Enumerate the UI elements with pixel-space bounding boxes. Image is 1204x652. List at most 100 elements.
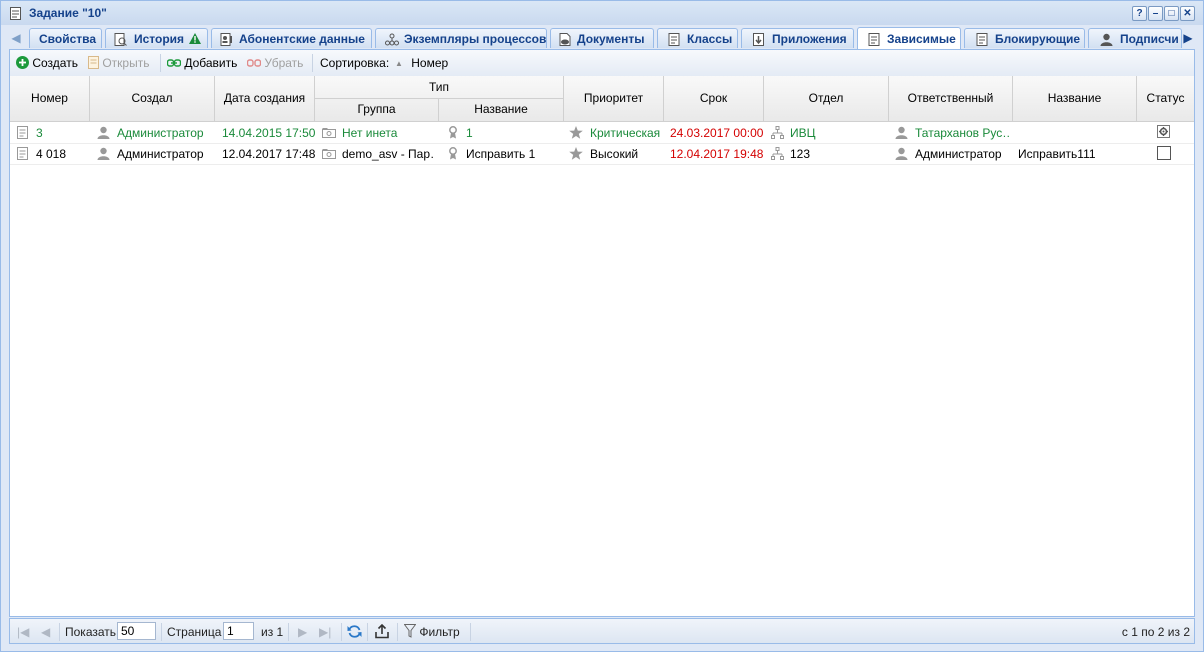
column-header-group[interactable]: Группа (315, 99, 439, 121)
column-header-department[interactable]: Отдел (764, 76, 889, 121)
cell-created: 12.04.2017 17:48 (222, 147, 316, 161)
cell-group[interactable]: demo_asv - Пар… (342, 147, 434, 161)
cell-responsible[interactable]: Администратор (915, 147, 1010, 161)
column-header-status[interactable]: Статус (1137, 76, 1194, 121)
document-icon (559, 33, 571, 46)
refresh-icon[interactable] (347, 624, 362, 639)
tab-subscriber-data[interactable]: Абонентские данные (211, 28, 372, 48)
help-button[interactable]: ? (1132, 6, 1147, 21)
add-circle-icon (16, 56, 29, 69)
column-header-name[interactable]: Название (1013, 76, 1137, 121)
tab-process-instances[interactable]: Экземпляры процессов (375, 28, 547, 48)
column-header-type-name[interactable]: Название (439, 99, 564, 121)
cell-deadline: 12.04.2017 19:48 (670, 147, 764, 161)
tab-label: Зависимые (887, 32, 956, 46)
page-number-input[interactable]: 1 (223, 622, 254, 640)
sort-label: Сортировка: (320, 56, 390, 70)
status-checkbox[interactable] (1157, 146, 1171, 160)
first-page-icon[interactable]: |◀ (17, 625, 29, 639)
close-button[interactable]: ✕ (1180, 6, 1195, 21)
page-count-label: из 1 (261, 625, 284, 639)
user-icon (97, 147, 110, 160)
tab-scroll-left-icon[interactable]: ◀ (9, 29, 23, 47)
group-folder-icon (322, 128, 336, 138)
page-size-input[interactable]: 50 (117, 622, 156, 640)
add-button[interactable]: Добавить (166, 56, 237, 70)
paging-summary: с 1 по 2 из 2 (1121, 625, 1190, 639)
sort-field-button[interactable]: ▲ Номер (395, 56, 448, 70)
column-group-type: Тип (315, 76, 564, 99)
column-header-number[interactable]: Номер (10, 76, 90, 121)
task-window: Задание "10" ? – □ ✕ ◀ Свойства История … (0, 0, 1204, 652)
status-gear-icon[interactable] (1157, 125, 1170, 138)
task-icon (868, 33, 880, 46)
table-row[interactable]: 3 Администратор 14.04.2015 17:50 Нет ине… (10, 122, 1194, 144)
remove-button[interactable]: Убрать (246, 56, 303, 70)
window-titlebar[interactable]: Задание "10" ? – □ ✕ (1, 1, 1203, 25)
table-row[interactable]: 4 018 Администратор 12.04.2017 17:48 dem… (10, 143, 1194, 165)
toolbar-separator (161, 623, 162, 641)
paging-toolbar: |◀ ◀ Показать 50 Страница 1 из 1 ▶ ▶| Фи… (9, 618, 1195, 644)
user-icon (895, 126, 908, 139)
maximize-button[interactable]: □ (1164, 6, 1179, 21)
cell-group[interactable]: Нет инета (342, 126, 434, 140)
task-icon (976, 33, 988, 46)
cell-type-name[interactable]: Исправить 1 (466, 147, 535, 161)
toolbar-separator (288, 623, 289, 641)
cell-creator[interactable]: Администратор (117, 126, 204, 140)
tab-documents[interactable]: Документы (550, 28, 654, 48)
filter-icon (403, 624, 417, 638)
next-page-icon[interactable]: ▶ (298, 625, 307, 639)
column-header-created[interactable]: Дата создания (215, 76, 315, 121)
cell-type-name[interactable]: 1 (466, 126, 473, 140)
cell-number[interactable]: 3 (36, 126, 43, 140)
tab-attachments[interactable]: Приложения (741, 28, 854, 48)
user-icon (895, 147, 908, 160)
cell-created: 14.04.2015 17:50 (222, 126, 316, 140)
cell-department[interactable]: ИВЦ (790, 126, 816, 140)
tab-label: Экземпляры процессов (404, 32, 547, 46)
user-icon (97, 126, 110, 139)
tab-scroll-right-icon[interactable]: ▶ (1181, 29, 1195, 47)
group-folder-icon (322, 149, 336, 159)
cell-creator[interactable]: Администратор (117, 147, 204, 161)
cell-priority: Критическая (590, 126, 661, 140)
last-page-icon[interactable]: ▶| (319, 625, 331, 639)
cell-number[interactable]: 4 018 (36, 147, 66, 161)
tab-dependent[interactable]: Зависимые (857, 27, 961, 49)
filter-button[interactable]: Фильтр (403, 624, 460, 639)
toolbar-separator (59, 623, 60, 641)
open-button[interactable]: Открыть (88, 56, 149, 70)
column-header-deadline[interactable]: Срок (664, 76, 764, 121)
task-icon (17, 147, 28, 160)
create-button[interactable]: Создать (16, 56, 78, 70)
column-header-creator[interactable]: Создал (90, 76, 215, 121)
grid-toolbar: Создать Открыть Добавить Убрать Сортиров… (10, 50, 1194, 77)
history-icon (114, 33, 127, 46)
page-size-label: Показать (65, 625, 117, 639)
prev-page-icon[interactable]: ◀ (41, 625, 50, 639)
type-ribbon-icon (449, 126, 457, 139)
column-header-responsible[interactable]: Ответственный (889, 76, 1013, 121)
cell-priority: Высокий (590, 147, 639, 161)
cell-name[interactable]: Исправить111 (1018, 147, 1096, 161)
cell-responsible[interactable]: Татарханов Рус… (915, 126, 1010, 140)
minimize-button[interactable]: – (1148, 6, 1163, 21)
sort-asc-icon: ▲ (395, 59, 403, 68)
toolbar-separator (470, 623, 471, 641)
page-label: Страница (167, 625, 222, 639)
column-header-priority[interactable]: Приоритет (564, 76, 664, 121)
tab-subscribers[interactable]: Подписчи (1088, 28, 1182, 48)
tab-blocking[interactable]: Блокирующие (964, 28, 1085, 48)
tab-properties[interactable]: Свойства (29, 28, 102, 48)
tab-label: Документы (577, 32, 645, 46)
type-ribbon-icon (449, 147, 457, 160)
export-icon[interactable] (375, 624, 389, 639)
tab-label: Приложения (772, 32, 847, 46)
toolbar-separator (312, 54, 313, 72)
tab-classes[interactable]: Классы (657, 28, 738, 48)
tab-label: История (134, 32, 185, 46)
cell-department[interactable]: 123 (790, 147, 810, 161)
filter-label: Фильтр (419, 625, 460, 639)
tab-history[interactable]: История (105, 28, 208, 48)
